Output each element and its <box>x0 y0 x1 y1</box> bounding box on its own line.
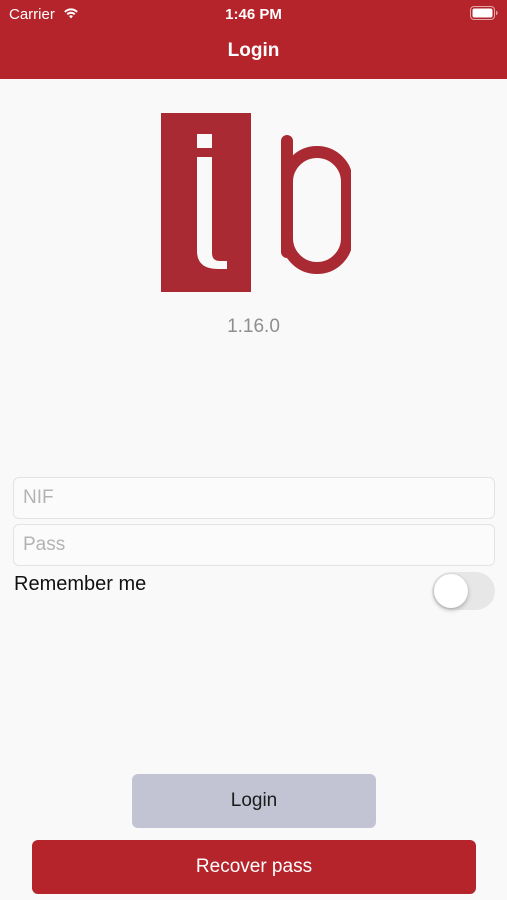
status-bar: Carrier 1:46 PM <box>0 0 507 28</box>
remember-me-toggle[interactable] <box>432 572 495 610</box>
app-version: 1.16.0 <box>227 316 280 337</box>
battery-full-icon <box>470 6 498 20</box>
login-button[interactable]: Login <box>132 774 376 828</box>
toggle-knob <box>434 574 468 608</box>
header: Carrier 1:46 PM Login <box>0 0 507 79</box>
page-title: Login <box>227 40 280 61</box>
password-input[interactable] <box>13 524 495 566</box>
remember-me-label: Remember me <box>14 573 147 595</box>
nif-input[interactable] <box>13 477 495 519</box>
recover-pass-button[interactable]: Recover pass <box>32 840 476 894</box>
ib-logo <box>161 113 351 292</box>
login-screen: Carrier 1:46 PM Login 1.16.0 Remember me <box>0 0 507 900</box>
status-time: 1:46 PM <box>225 6 282 23</box>
